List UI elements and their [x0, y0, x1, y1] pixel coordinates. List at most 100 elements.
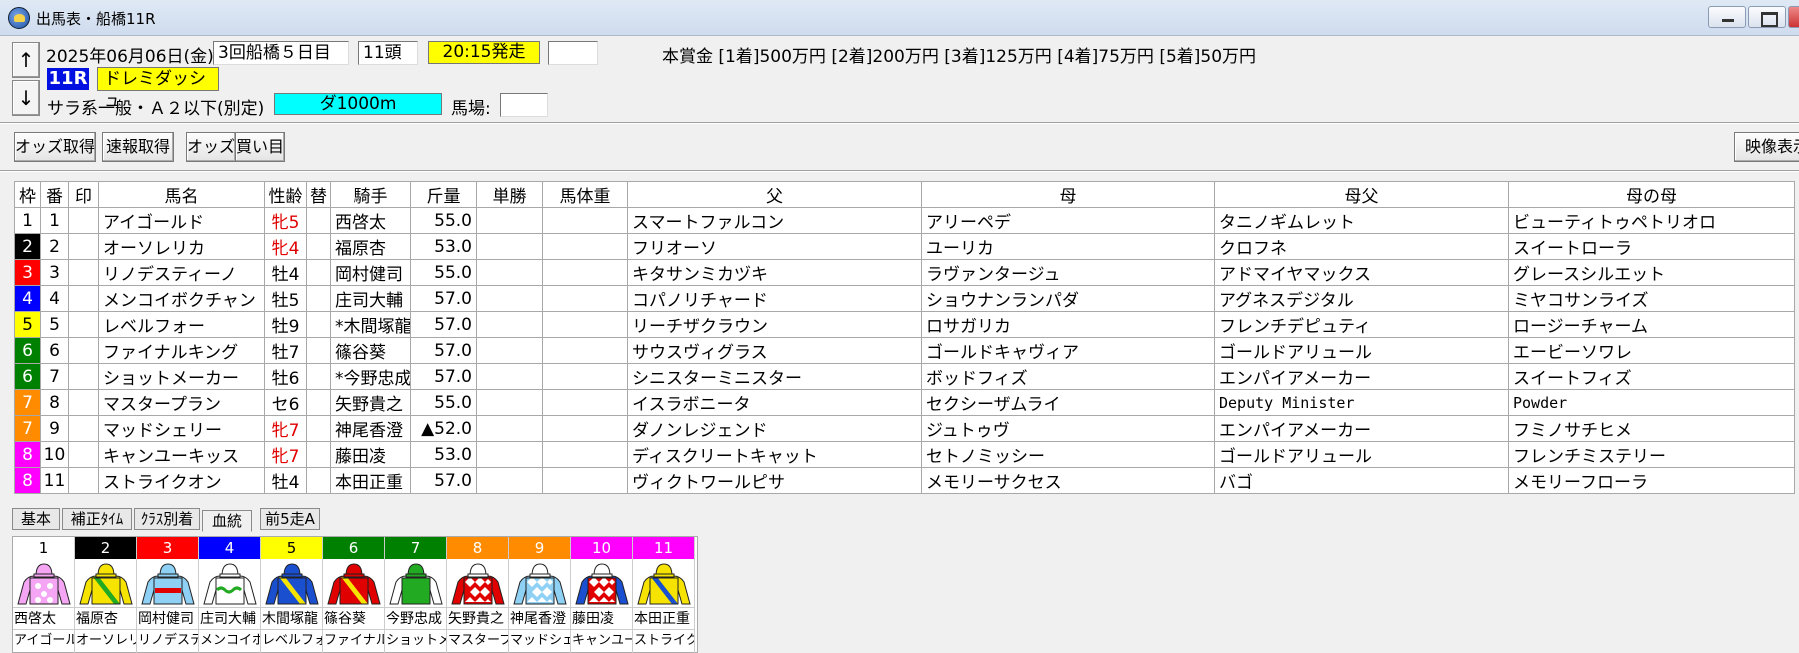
sexage-cell: 牝7: [264, 415, 307, 442]
damsire-cell: ゴールドアリュール: [1214, 441, 1509, 468]
sire-cell: スマートファルコン: [627, 207, 922, 234]
table-row[interactable]: 3 3 リノデスティーノ 牡4 岡村健司 55.0 キタサンミカヅキ ラヴァンタージュ アドマイ…: [14, 259, 1795, 286]
silk-number: 10: [571, 537, 632, 559]
odds-button[interactable]: オッズ: [186, 132, 236, 162]
silk-column[interactable]: 10 藤田凌 キャンユー: [571, 537, 633, 653]
tab-class-results[interactable]: ｸﾗｽ別着: [134, 508, 200, 530]
col-weight[interactable]: 斤量: [410, 181, 477, 208]
silk-horse-name: ファイナル: [323, 629, 384, 651]
flash-fetch-button[interactable]: 速報取得: [102, 132, 174, 162]
sexage-cell: 牡6: [264, 363, 307, 390]
next-race-button[interactable]: ↓: [12, 80, 40, 116]
table-row[interactable]: 2 2 オーソレリカ 牝4 福原杏 53.0 フリオーソ ユーリカ クロフネ スイートローラ: [14, 233, 1795, 260]
table-row[interactable]: 8 11 ストライクオン 牡4 本田正重 57.0 ヴィクトワールピサ メモリーサクセス バゴメ…: [14, 467, 1795, 494]
mark-cell: [68, 259, 99, 286]
sexage-cell: 牡4: [264, 259, 307, 286]
col-sire[interactable]: 父: [627, 181, 922, 208]
horse-name-cell: マスタープラン: [98, 389, 265, 416]
sire-cell: シニスターミニスター: [627, 363, 922, 390]
bets-button[interactable]: 買い目: [235, 132, 285, 162]
jockey-cell: 篠谷葵: [330, 337, 411, 364]
header-separator: [0, 122, 1799, 124]
video-button[interactable]: 映像表示: [1734, 132, 1799, 162]
waku-cell: 8: [14, 441, 41, 468]
col-damdam[interactable]: 母の母: [1508, 181, 1795, 208]
mark-cell: [68, 467, 99, 494]
silk-jockey-name: 木間塚龍: [261, 607, 322, 629]
silk-column[interactable]: 1 西啓太 アイゴール: [13, 537, 75, 653]
post-time-badge: 20:15発走: [428, 41, 540, 64]
silk-column[interactable]: 5 木間塚龍 レベルフォ: [261, 537, 323, 653]
tab-corrected-time[interactable]: 補正ﾀｲﾑ: [62, 508, 132, 530]
tab-basic[interactable]: 基本: [12, 508, 60, 530]
col-win-odds[interactable]: 単勝: [476, 181, 543, 208]
waku-cell: 6: [14, 363, 41, 390]
table-row[interactable]: 6 6 ファイナルキング 牡7 篠谷葵 57.0 サウスヴィグラス ゴールドキャヴィア ゴールド…: [14, 337, 1795, 364]
col-change[interactable]: 替: [306, 181, 331, 208]
prev-race-button[interactable]: ↑: [12, 42, 40, 78]
col-damsire[interactable]: 母父: [1214, 181, 1509, 208]
mark-cell: [68, 441, 99, 468]
table-row[interactable]: 7 9 マッドシェリー 牝7 神尾香澄 ▲52.0 ダノンレジェンド ジュトゥヴ エンパイアメー…: [14, 415, 1795, 442]
maximize-button[interactable]: [1748, 6, 1786, 28]
body-weight-cell: [542, 207, 628, 234]
dam-cell: ショウナンランパダ: [921, 285, 1215, 312]
silk-column[interactable]: 8 矢野貴之 マスタープ: [447, 537, 509, 653]
body-weight-cell: [542, 259, 628, 286]
silk-column[interactable]: 4 庄司大輔 メンコイボ: [199, 537, 261, 653]
jockey-silk-icon: [323, 559, 384, 607]
silk-column[interactable]: 9 神尾香澄 マッドシェ: [509, 537, 571, 653]
silk-column[interactable]: 3 岡村健司リノデスティ: [137, 537, 199, 653]
jockey-silk-icon: [75, 559, 136, 607]
silk-column[interactable]: 6 篠谷葵 ファイナル: [323, 537, 385, 653]
col-jockey[interactable]: 騎手: [330, 181, 411, 208]
sexage-cell: 牡9: [264, 311, 307, 338]
horse-name-cell: レベルフォー: [98, 311, 265, 338]
close-button[interactable]: [1788, 6, 1799, 28]
track-condition-field[interactable]: [500, 93, 548, 117]
damdam-cell: グレースシルエット: [1508, 259, 1795, 286]
horse-name-cell: メンコイボクチャン: [98, 285, 265, 312]
silk-horse-name: アイゴール: [13, 629, 74, 651]
table-row[interactable]: 8 10 キャンユーキッス 牝7 藤田凌 53.0 ディスクリートキャット セトノミッシー ゴー…: [14, 441, 1795, 468]
silk-column[interactable]: 7 今野忠成 ショットメ: [385, 537, 447, 653]
col-waku[interactable]: 枠: [14, 181, 41, 208]
col-dam[interactable]: 母: [921, 181, 1215, 208]
win-odds-cell: [476, 207, 543, 234]
col-body-weight[interactable]: 馬体重: [542, 181, 628, 208]
silk-horse-name: メンコイボ: [199, 629, 260, 651]
mark-cell: [68, 233, 99, 260]
silk-column[interactable]: 2 福原杏 オーソレリ: [75, 537, 137, 653]
table-row[interactable]: 4 4 メンコイボクチャン 牡5 庄司大輔 57.0 コパノリチャード ショウナンランパダ アグ…: [14, 285, 1795, 312]
minimize-button[interactable]: [1708, 6, 1746, 28]
tab-pedigree[interactable]: 血統: [202, 510, 252, 532]
odds-fetch-button[interactable]: オッズ取得: [14, 132, 96, 162]
horse-name-cell: マッドシェリー: [98, 415, 265, 442]
table-row[interactable]: 1 1 アイゴールド 牝5 西啓太 55.0 スマートファルコン アリーペデ タニノギムレットビ…: [14, 207, 1795, 234]
mark-cell: [68, 415, 99, 442]
table-row[interactable]: 5 5 レベルフォー 牡9 *木間塚龍 57.0 リーチザクラウン ロサガリカ フレンチデピュテ…: [14, 311, 1795, 338]
col-mark[interactable]: 印: [68, 181, 99, 208]
col-horse[interactable]: 馬名: [98, 181, 265, 208]
tab-last5-a[interactable]: 前5走A: [260, 508, 320, 530]
silk-horse-name: マスタープ: [447, 629, 508, 651]
silk-column[interactable]: 11 本田正重 ストライク: [633, 537, 695, 653]
silk-number: 11: [633, 537, 694, 559]
jockey-cell: 福原杏: [330, 233, 411, 260]
win-odds-cell: [476, 363, 543, 390]
col-sexage[interactable]: 性齢: [264, 181, 307, 208]
number-cell: 1: [40, 207, 69, 234]
col-number[interactable]: 番: [40, 181, 69, 208]
silk-horse-name: ストライク: [633, 629, 694, 651]
damsire-cell: Deputy Minister: [1214, 389, 1509, 416]
dam-cell: ユーリカ: [921, 233, 1215, 260]
waku-cell: 6: [14, 337, 41, 364]
table-row[interactable]: 7 8 マスタープラン セ6 矢野貴之 55.0 イスラボニータ セクシーザムライ Deputy…: [14, 389, 1795, 416]
table-row[interactable]: 6 7 ショットメーカー 牡6 *今野忠成 57.0 シニスターミニスター ボッドフィズ エンパ…: [14, 363, 1795, 390]
dam-cell: セクシーザムライ: [921, 389, 1215, 416]
jockey-silk-icon: [571, 559, 632, 607]
body-weight-cell: [542, 441, 628, 468]
waku-cell: 1: [14, 207, 41, 234]
waku-cell: 3: [14, 259, 41, 286]
damdam-cell: スイートローラ: [1508, 233, 1795, 260]
